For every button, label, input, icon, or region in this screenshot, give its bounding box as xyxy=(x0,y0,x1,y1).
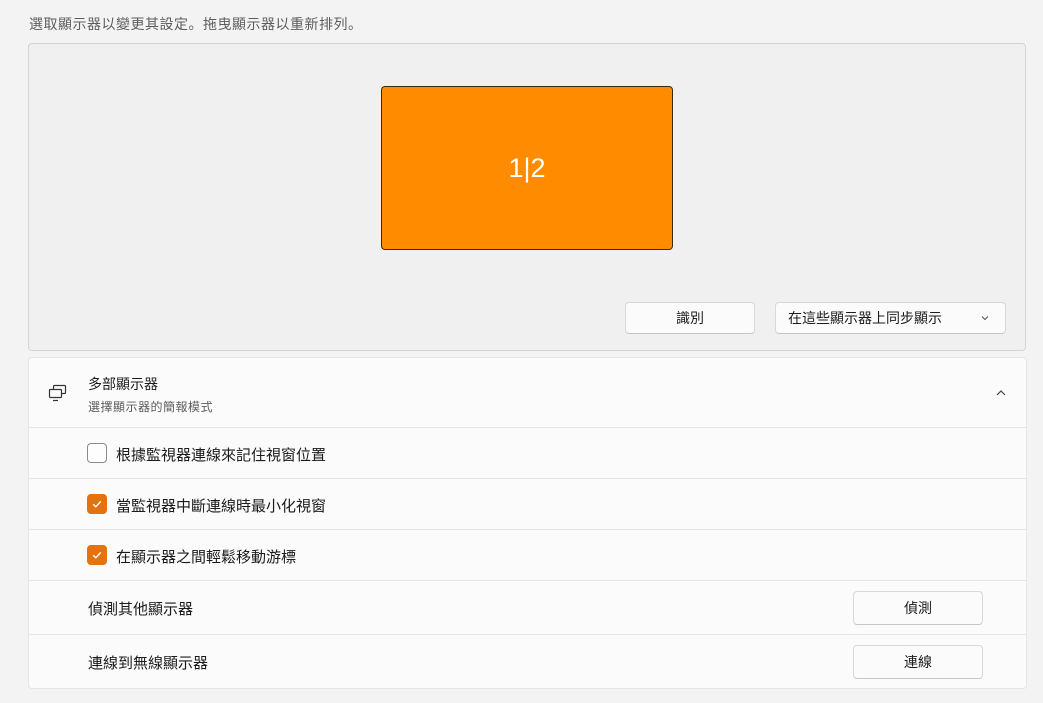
display-settings-page: 選取顯示器以變更其設定。拖曳顯示器以重新排列。 1|2 識別 在這些顯示器上同步… xyxy=(0,0,1043,703)
detect-displays-label: 偵測其他顯示器 xyxy=(88,600,194,618)
detect-button[interactable]: 偵測 xyxy=(853,591,983,625)
detect-displays-row: 偵測其他顯示器 偵測 xyxy=(28,581,1027,635)
monitor-tile[interactable]: 1|2 xyxy=(381,86,673,250)
remember-window-label: 根據監視器連線來記住視窗位置 xyxy=(116,446,327,464)
display-arrangement-panel: 1|2 識別 在這些顯示器上同步顯示 xyxy=(28,43,1026,351)
option-row-minimize-window: 當監視器中斷連線時最小化視窗 xyxy=(28,479,1027,530)
projection-mode-dropdown[interactable]: 在這些顯示器上同步顯示 xyxy=(775,302,1006,334)
easy-cursor-checkbox[interactable] xyxy=(87,545,107,565)
chevron-up-icon[interactable] xyxy=(994,386,1008,400)
connect-button[interactable]: 連線 xyxy=(853,645,983,679)
multiple-displays-header[interactable]: 多部顯示器 選擇顯示器的簡報模式 xyxy=(28,357,1027,428)
projection-mode-value: 在這些顯示器上同步顯示 xyxy=(788,311,942,327)
minimize-window-label: 當監視器中斷連線時最小化視窗 xyxy=(116,497,327,515)
monitor-number: 1|2 xyxy=(508,152,546,183)
checkmark-icon xyxy=(92,500,102,508)
minimize-window-checkbox[interactable] xyxy=(87,494,107,514)
multiple-displays-title: 多部顯示器 xyxy=(88,377,158,393)
remember-window-checkbox[interactable] xyxy=(87,443,107,463)
easy-cursor-label: 在顯示器之間輕鬆移動游標 xyxy=(116,548,297,566)
identify-button[interactable]: 識別 xyxy=(625,302,755,334)
wireless-display-label: 連線到無線顯示器 xyxy=(88,654,209,672)
multiple-displays-subtitle: 選擇顯示器的簡報模式 xyxy=(88,400,214,414)
multiple-displays-icon xyxy=(48,384,67,402)
arrange-hint: 選取顯示器以變更其設定。拖曳顯示器以重新排列。 xyxy=(29,17,363,33)
checkmark-icon xyxy=(92,551,102,559)
chevron-down-icon xyxy=(981,316,989,321)
option-row-easy-cursor: 在顯示器之間輕鬆移動游標 xyxy=(28,530,1027,581)
wireless-display-row: 連線到無線顯示器 連線 xyxy=(28,635,1027,689)
option-row-remember-window: 根據監視器連線來記住視窗位置 xyxy=(28,428,1027,479)
